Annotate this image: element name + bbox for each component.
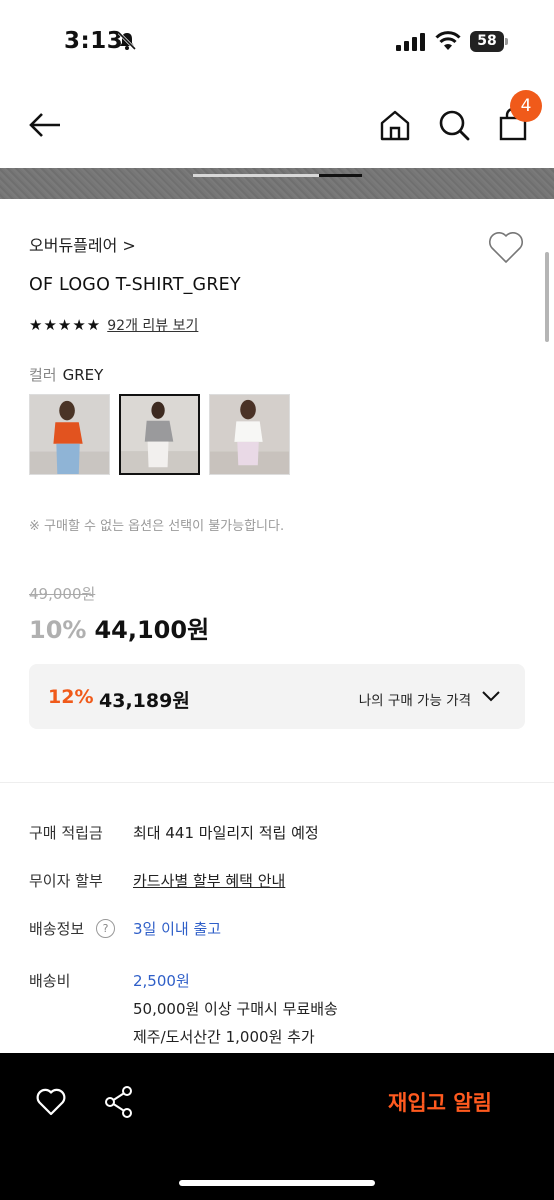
my-discount-rate: 12% — [48, 686, 94, 708]
share-icon[interactable] — [103, 1085, 135, 1119]
option-notice: ※ 구매할 수 없는 옵션은 선택이 불가능합니다. — [29, 519, 285, 534]
color-swatch-white[interactable] — [209, 394, 290, 475]
swatch-image-white — [210, 395, 289, 474]
scrollbar[interactable] — [545, 252, 549, 342]
wifi-icon — [435, 31, 461, 50]
my-price-label: 나의 구매 가능 가격 — [358, 693, 471, 709]
signal-icon — [396, 33, 425, 51]
shipping-fee-label: 배송비 — [29, 972, 71, 990]
rating-row: ★★★★★ 92개 리뷰 보기 — [29, 315, 198, 335]
home-indicator — [179, 1180, 375, 1186]
color-swatch-grey[interactable] — [119, 394, 200, 475]
free-shipping-note: 50,000원 이상 구매시 무료배송 — [133, 1000, 338, 1018]
color-swatch-orange[interactable] — [29, 394, 110, 475]
restock-alert-button[interactable]: 재입고 알림 — [360, 1083, 520, 1123]
remote-area-note: 제주/도서산간 1,000원 추가 — [133, 1028, 315, 1046]
sale-price: 44,100원 — [94, 616, 210, 644]
color-label: 컬러 — [29, 366, 57, 384]
installment-link[interactable]: 카드사별 할부 혜택 안내 — [133, 870, 285, 891]
color-value: GREY — [62, 366, 104, 384]
home-icon[interactable] — [377, 107, 413, 143]
status-time: 3:13 — [64, 28, 124, 54]
points-label: 구매 적립금 — [29, 824, 103, 842]
help-icon[interactable]: ? — [96, 919, 115, 938]
installment-label: 무이자 할부 — [29, 872, 103, 890]
my-price-dropdown[interactable]: 12% 43,189원 나의 구매 가능 가격 — [29, 664, 525, 729]
section-divider — [0, 782, 554, 783]
heart-icon[interactable] — [487, 229, 525, 265]
shipping-fee-value: 2,500원 — [133, 972, 190, 990]
swatch-image-orange — [30, 395, 109, 474]
heart-icon[interactable] — [35, 1087, 67, 1117]
bell-muted-icon — [117, 31, 137, 51]
brand-link[interactable]: 오버듀플레어 > — [29, 232, 136, 256]
shipping-value: 3일 이내 출고 — [133, 920, 222, 938]
back-arrow-icon[interactable] — [27, 107, 63, 143]
shipping-label: 배송정보 — [29, 920, 85, 938]
cart-count-badge: 4 — [510, 90, 542, 122]
battery-tip — [505, 38, 508, 45]
color-row: 컬러 GREY — [29, 364, 103, 385]
swatch-image-grey — [121, 396, 198, 473]
original-price: 49,000원 — [29, 585, 96, 603]
bottom-action-bar — [0, 1053, 554, 1200]
battery-indicator: 58 — [470, 31, 508, 52]
review-link[interactable]: 92개 리뷰 보기 — [107, 315, 198, 335]
product-image-carousel[interactable] — [0, 168, 554, 199]
price-row: 10% 44,100원 — [29, 610, 209, 645]
rating-stars: ★★★★★ — [29, 316, 102, 334]
carousel-indicator — [319, 174, 362, 177]
product-title: OF LOGO T-SHIRT_GREY — [29, 275, 241, 295]
chevron-down-icon — [482, 691, 500, 702]
search-icon[interactable] — [436, 107, 472, 143]
points-value: 최대 441 마일리지 적립 예정 — [133, 824, 319, 842]
battery-level: 58 — [470, 31, 504, 52]
status-bar: 3:13 58 — [0, 0, 554, 84]
my-price: 43,189원 — [99, 690, 190, 712]
discount-rate: 10% — [29, 616, 87, 644]
